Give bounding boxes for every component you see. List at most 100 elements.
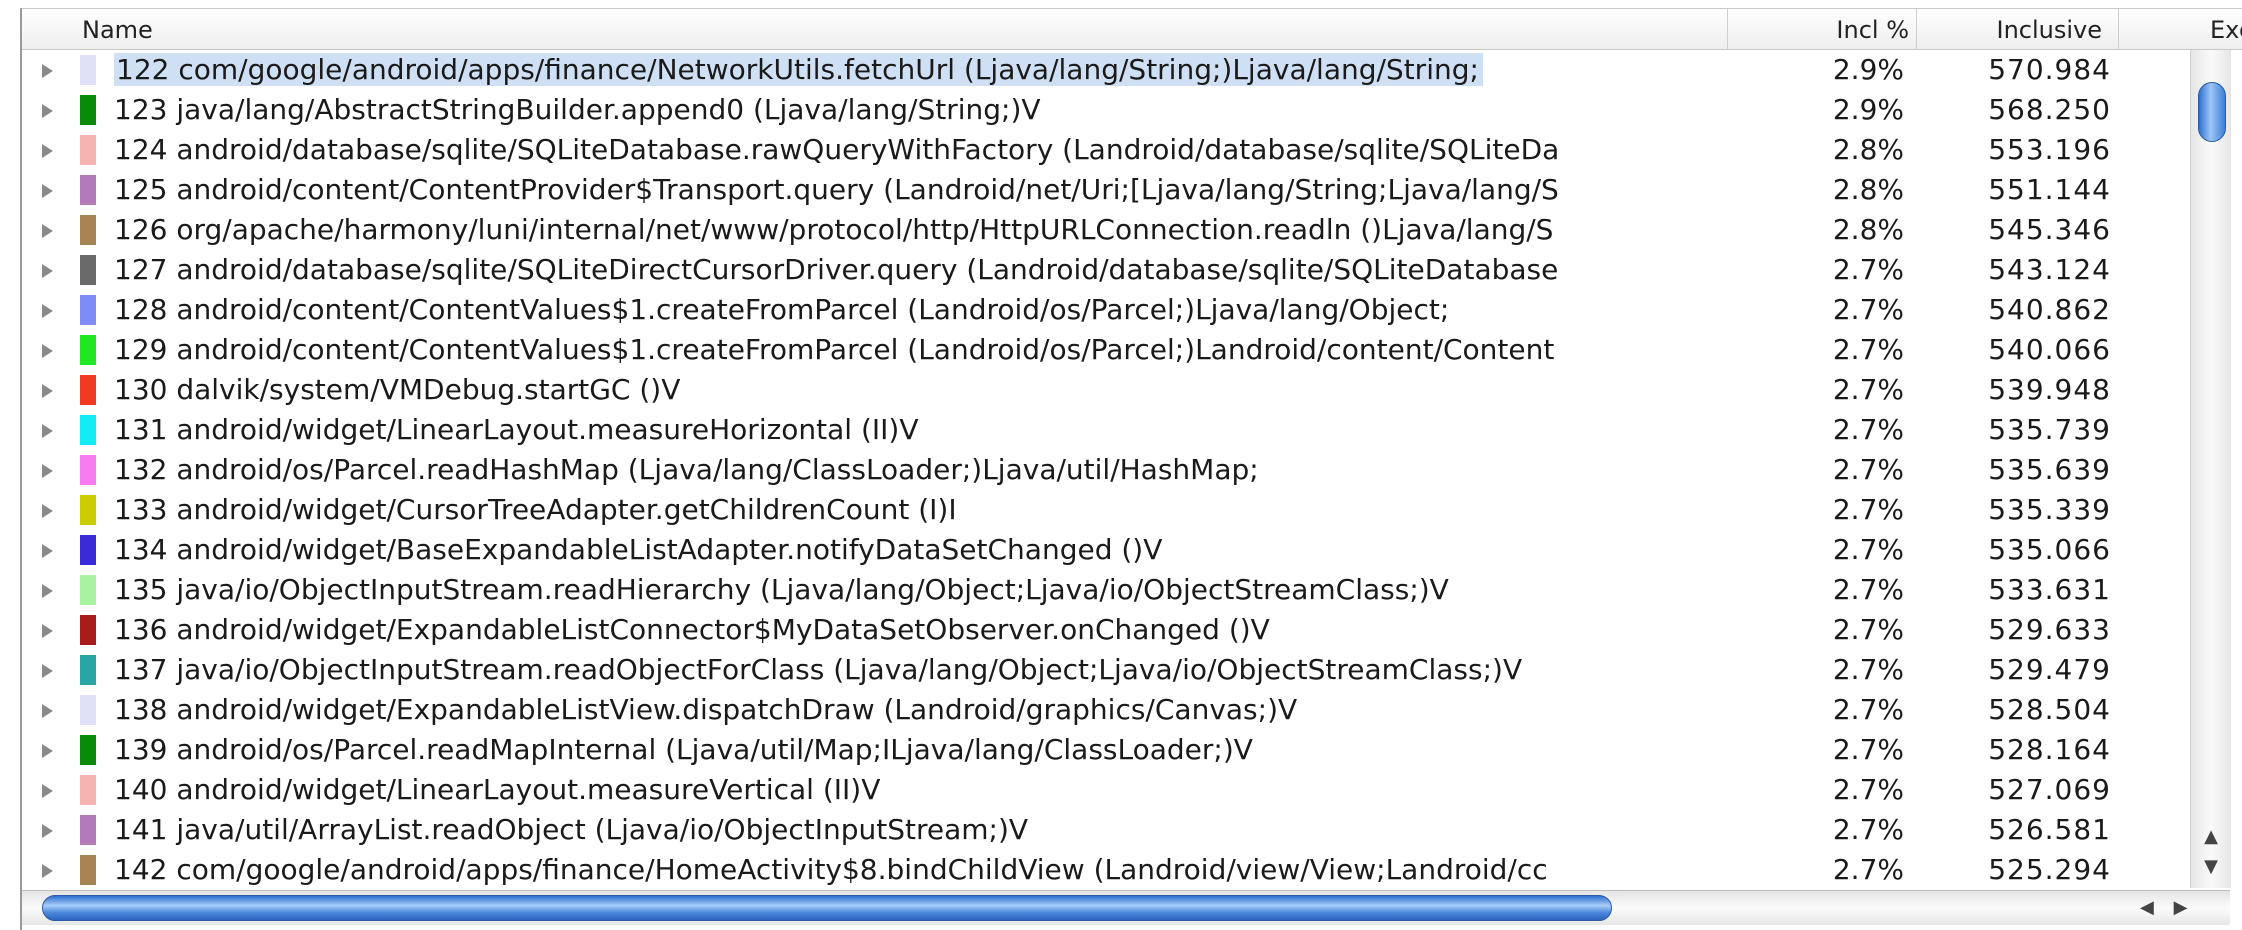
arrow-left-icon[interactable]: ◀ <box>2140 897 2154 918</box>
disclosure-triangle-icon[interactable] <box>42 344 53 358</box>
table-row[interactable]: 131 android/widget/LinearLayout.measureH… <box>22 410 2190 450</box>
inclusive-time-cell: 535.339 <box>1988 493 2111 526</box>
color-swatch <box>80 615 96 645</box>
column-header-exclusive[interactable]: Exc <box>2210 9 2242 49</box>
method-name: 125 android/content/ContentProvider$Tran… <box>114 173 1559 206</box>
method-list: 122 com/google/android/apps/finance/Netw… <box>22 50 2190 888</box>
table-row[interactable]: 141 java/util/ArrayList.readObject (Ljav… <box>22 810 2190 850</box>
table-row[interactable]: 130 dalvik/system/VMDebug.startGC ()V 2.7… <box>22 370 2190 410</box>
disclosure-triangle-icon[interactable] <box>42 144 53 158</box>
disclosure-triangle-icon[interactable] <box>42 784 53 798</box>
method-name: 135 java/io/ObjectInputStream.readHierar… <box>114 573 1449 606</box>
disclosure-triangle-icon[interactable] <box>42 64 53 78</box>
disclosure-triangle-icon[interactable] <box>42 824 53 838</box>
method-name: 127 android/database/sqlite/SQLiteDirect… <box>114 253 1559 286</box>
disclosure-triangle-icon[interactable] <box>42 304 53 318</box>
disclosure-triangle-icon[interactable] <box>42 744 53 758</box>
inclusive-time-cell: 525.294 <box>1988 853 2111 886</box>
incl-percent-cell: 2.7% <box>1832 693 1904 726</box>
disclosure-triangle-icon[interactable] <box>42 864 53 878</box>
table-row[interactable]: 137 java/io/ObjectInputStream.readObject… <box>22 650 2190 690</box>
incl-percent-cell: 2.7% <box>1832 853 1904 886</box>
method-name: 126 org/apache/harmony/luni/internal/net… <box>114 213 1554 246</box>
table-row[interactable]: 135 java/io/ObjectInputStream.readHierar… <box>22 570 2190 610</box>
disclosure-triangle-icon[interactable] <box>42 104 53 118</box>
table-row[interactable]: 133 android/widget/CursorTreeAdapter.get… <box>22 490 2190 530</box>
method-name: 138 android/widget/ExpandableListView.di… <box>114 693 1298 726</box>
vertical-scroll-thumb[interactable] <box>2198 82 2226 142</box>
incl-percent-cell: 2.7% <box>1832 413 1904 446</box>
method-name: 124 android/database/sqlite/SQLiteDataba… <box>114 133 1560 166</box>
inclusive-time-cell: 539.948 <box>1988 373 2111 406</box>
disclosure-triangle-icon[interactable] <box>42 584 53 598</box>
disclosure-triangle-icon[interactable] <box>42 384 53 398</box>
incl-percent-cell: 2.7% <box>1832 773 1904 806</box>
table-row[interactable]: 132 android/os/Parcel.readHashMap (Ljava… <box>22 450 2190 490</box>
column-divider[interactable] <box>1727 9 1728 49</box>
inclusive-time-cell: 535.066 <box>1988 533 2111 566</box>
column-header-incl-pct[interactable]: Incl % <box>1829 9 1909 49</box>
table-row[interactable]: 129 android/content/ContentValues$1.crea… <box>22 330 2190 370</box>
color-swatch <box>80 175 96 205</box>
color-swatch <box>80 55 96 85</box>
incl-percent-cell: 2.7% <box>1832 733 1904 766</box>
method-name: 134 android/widget/BaseExpandableListAda… <box>114 533 1163 566</box>
inclusive-time-cell: 529.479 <box>1988 653 2111 686</box>
column-header-inclusive[interactable]: Inclusive <box>1952 9 2102 49</box>
table-row[interactable]: 126 org/apache/harmony/luni/internal/net… <box>22 210 2190 250</box>
table-row[interactable]: 122 com/google/android/apps/finance/Netw… <box>22 50 2190 90</box>
disclosure-triangle-icon[interactable] <box>42 224 53 238</box>
disclosure-triangle-icon[interactable] <box>42 544 53 558</box>
table-row[interactable]: 140 android/widget/LinearLayout.measureV… <box>22 770 2190 810</box>
disclosure-triangle-icon[interactable] <box>42 184 53 198</box>
incl-percent-cell: 2.7% <box>1832 293 1904 326</box>
table-row[interactable]: 138 android/widget/ExpandableListView.di… <box>22 690 2190 730</box>
color-swatch <box>80 695 96 725</box>
disclosure-triangle-icon[interactable] <box>42 264 53 278</box>
incl-percent-cell: 2.7% <box>1832 573 1904 606</box>
disclosure-triangle-icon[interactable] <box>42 464 53 478</box>
color-swatch <box>80 815 96 845</box>
color-swatch <box>80 375 96 405</box>
method-name: 139 android/os/Parcel.readMapInternal (L… <box>114 733 1253 766</box>
table-header: Name Incl % Inclusive Exc <box>22 9 2242 50</box>
table-row[interactable]: 123 java/lang/AbstractStringBuilder.appe… <box>22 90 2190 130</box>
incl-percent-cell: 2.8% <box>1832 133 1904 166</box>
arrow-up-icon[interactable]: ▲ <box>2191 826 2231 847</box>
inclusive-time-cell: 540.066 <box>1988 333 2111 366</box>
table-row[interactable]: 142 com/google/android/apps/finance/Home… <box>22 850 2190 888</box>
method-name: 122 com/google/android/apps/finance/Netw… <box>114 50 1739 90</box>
color-swatch <box>80 255 96 285</box>
table-row[interactable]: 127 android/database/sqlite/SQLiteDirect… <box>22 250 2190 290</box>
column-divider[interactable] <box>2118 9 2119 49</box>
horizontal-scroll-thumb[interactable] <box>42 895 1612 921</box>
table-row[interactable]: 128 android/content/ContentValues$1.crea… <box>22 290 2190 330</box>
color-swatch <box>80 335 96 365</box>
table-row[interactable]: 136 android/widget/ExpandableListConnect… <box>22 610 2190 650</box>
incl-percent-cell: 2.7% <box>1832 613 1904 646</box>
table-row[interactable]: 125 android/content/ContentProvider$Tran… <box>22 170 2190 210</box>
inclusive-time-cell: 553.196 <box>1988 133 2111 166</box>
horizontal-scrollbar[interactable]: ◀ ▶ <box>22 890 2230 925</box>
method-name: 130 dalvik/system/VMDebug.startGC ()V <box>114 373 681 406</box>
vertical-scrollbar[interactable]: ▲ ▼ <box>2190 50 2231 888</box>
method-name: 142 com/google/android/apps/finance/Home… <box>114 853 1548 886</box>
table-row[interactable]: 134 android/widget/BaseExpandableListAda… <box>22 530 2190 570</box>
color-swatch <box>80 415 96 445</box>
disclosure-triangle-icon[interactable] <box>42 424 53 438</box>
color-swatch <box>80 455 96 485</box>
column-divider[interactable] <box>1916 9 1917 49</box>
table-row[interactable]: 139 android/os/Parcel.readMapInternal (L… <box>22 730 2190 770</box>
column-header-name[interactable]: Name <box>82 9 153 49</box>
arrow-down-icon[interactable]: ▼ <box>2191 856 2231 877</box>
incl-percent-cell: 2.9% <box>1832 53 1904 86</box>
arrow-right-icon[interactable]: ▶ <box>2174 897 2188 918</box>
disclosure-triangle-icon[interactable] <box>42 664 53 678</box>
method-name: 133 android/widget/CursorTreeAdapter.get… <box>114 493 957 526</box>
inclusive-time-cell: 540.862 <box>1988 293 2111 326</box>
disclosure-triangle-icon[interactable] <box>42 624 53 638</box>
table-row[interactable]: 124 android/database/sqlite/SQLiteDataba… <box>22 130 2190 170</box>
disclosure-triangle-icon[interactable] <box>42 704 53 718</box>
inclusive-time-cell: 527.069 <box>1988 773 2111 806</box>
disclosure-triangle-icon[interactable] <box>42 504 53 518</box>
